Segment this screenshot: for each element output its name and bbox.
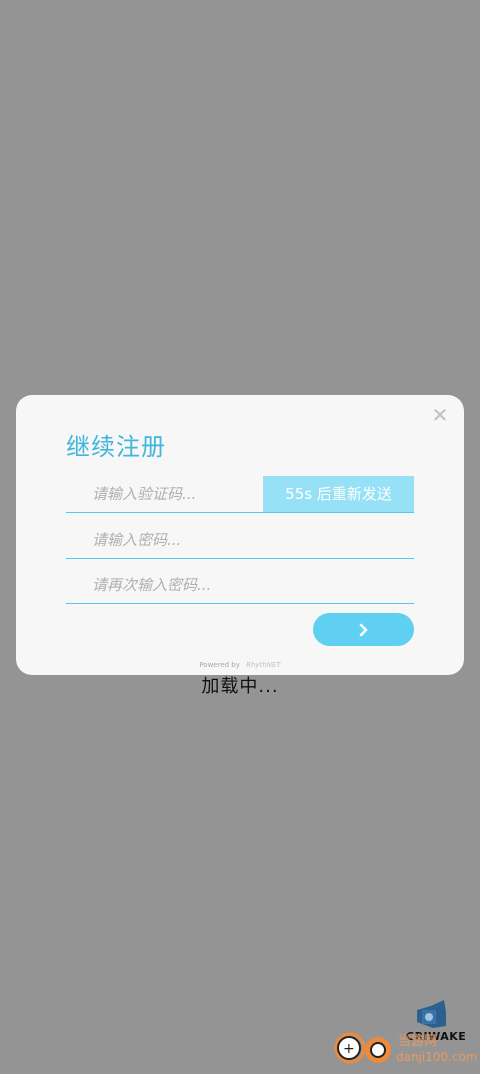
chevron-right-icon — [359, 623, 367, 636]
watermark-site-name: 当游网 — [398, 1034, 438, 1049]
cube-logo-icon — [417, 1000, 446, 1028]
next-button[interactable] — [313, 613, 414, 646]
confirm-password-input[interactable] — [92, 567, 392, 603]
password-input[interactable] — [92, 522, 392, 558]
resend-code-button[interactable]: 55s 后重新发送 — [263, 476, 414, 512]
close-icon[interactable]: ✕ — [430, 405, 450, 425]
confirm-password-field — [66, 567, 414, 604]
svg-text:+: + — [343, 1041, 355, 1057]
password-field — [66, 522, 414, 559]
powered-label: Powered by — [199, 661, 240, 669]
dialog-title: 继续注册 — [66, 433, 166, 461]
watermark-url: danji100.com — [396, 1050, 478, 1064]
magnifier-logo-icon: + — [334, 1032, 391, 1064]
register-dialog: ✕ 继续注册 55s 后重新发送 Powered by RhythNET — [16, 395, 464, 675]
powered-by: Powered by RhythNET — [16, 661, 464, 669]
powered-brand: RhythNET — [246, 661, 281, 669]
loading-text: 加载中... — [201, 676, 279, 697]
verification-code-input[interactable] — [92, 476, 252, 512]
